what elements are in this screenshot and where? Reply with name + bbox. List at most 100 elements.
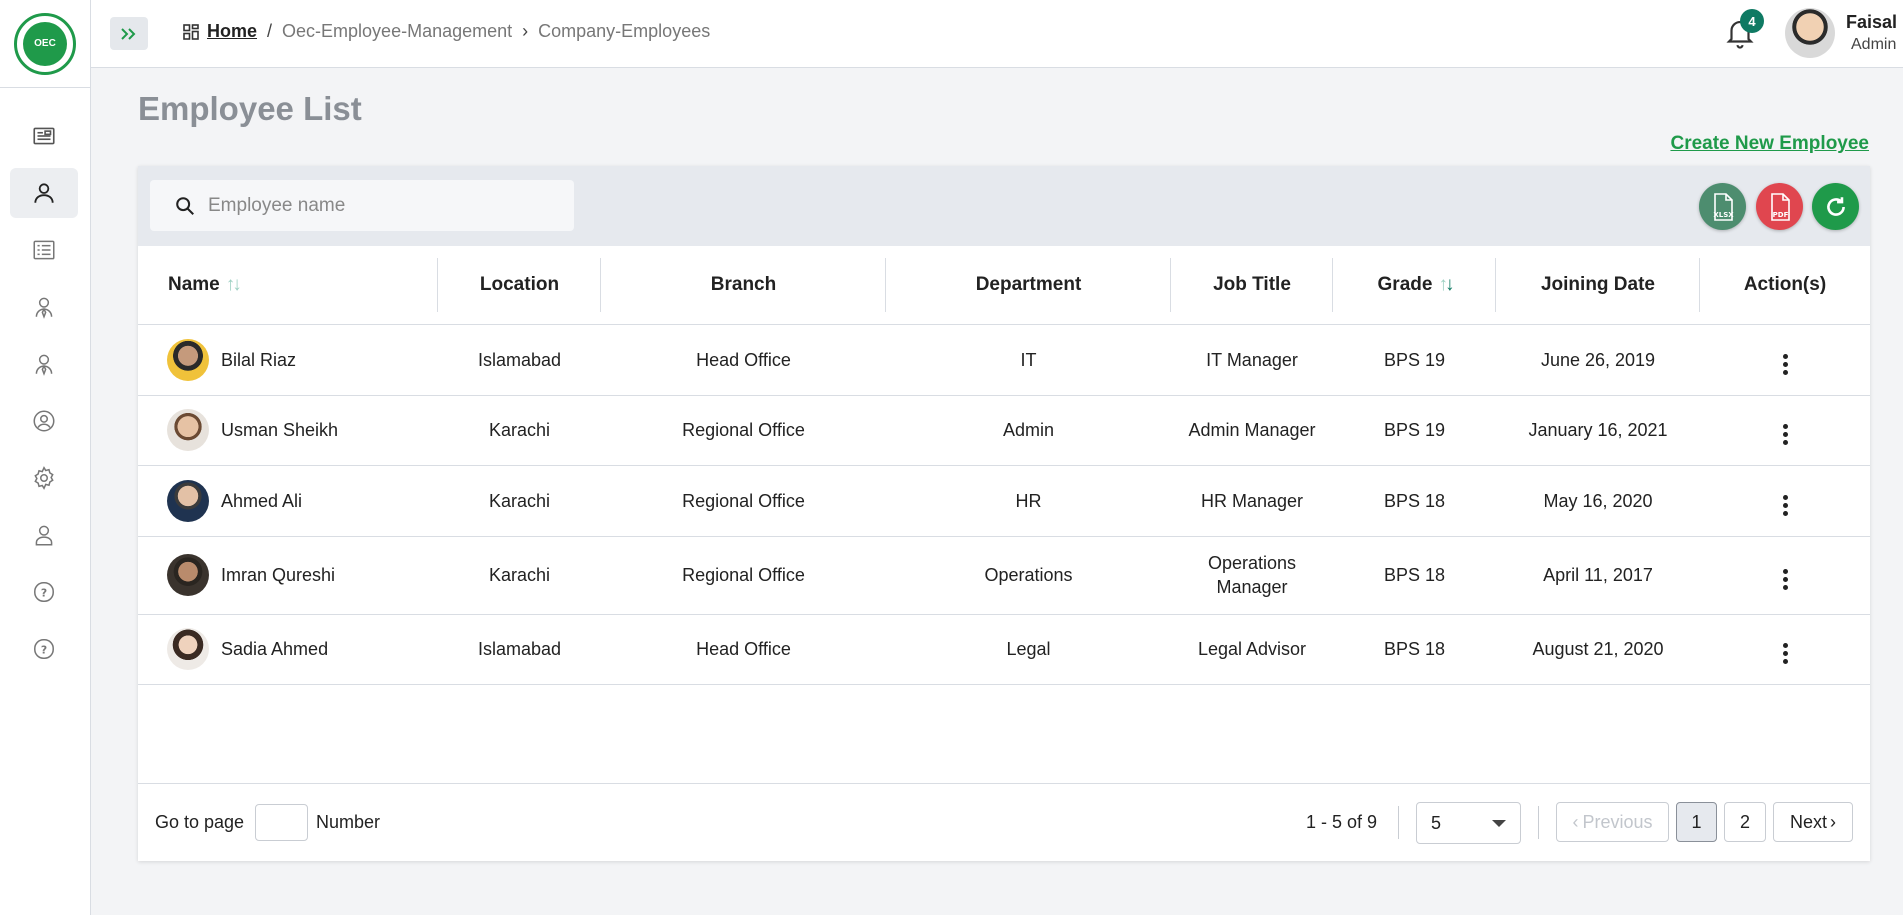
- cell-joining-date: May 16, 2020: [1543, 490, 1653, 511]
- employee-name[interactable]: Usman Sheikh: [221, 418, 338, 442]
- cell-joining-date: June 26, 2019: [1540, 349, 1656, 370]
- employee-alt-icon: [35, 354, 53, 376]
- pagination-divider: [1398, 806, 1399, 839]
- employee-avatar: [167, 338, 209, 381]
- cell-name: Imran Qureshi: [138, 536, 438, 614]
- next-label: Next: [1789, 811, 1827, 832]
- create-new-employee-link[interactable]: Create New Employee: [1670, 133, 1869, 155]
- row-actions-menu-icon[interactable]: [1777, 420, 1794, 449]
- cell-actions: [1700, 324, 1870, 395]
- employee-avatar: [167, 554, 209, 596]
- sidebar-item-support[interactable]: ?: [10, 624, 78, 674]
- sidebar-item-employees[interactable]: [10, 168, 78, 218]
- chevron-right-icon: ›: [1830, 811, 1836, 832]
- user-role: Admin: [1851, 36, 1897, 53]
- employee-table-card: XLSX PDF Name ↑↓ Location Branch Departme…: [138, 166, 1870, 861]
- sort-arrows-icon[interactable]: ↑↓: [1438, 274, 1454, 295]
- expand-sidebar-button[interactable]: [110, 17, 148, 50]
- breadcrumb: Home / Oec-Employee-Management › Company…: [183, 21, 710, 42]
- logo-area: OEC: [0, 0, 90, 88]
- pagination-divider: [1538, 806, 1539, 839]
- column-header-joining-date: Joining Date: [1496, 246, 1700, 324]
- next-page-button[interactable]: Next ›: [1773, 802, 1853, 842]
- page-button-2[interactable]: 2: [1724, 802, 1766, 842]
- cell-location: Karachi: [488, 565, 551, 585]
- cell-job-title: Admin Manager: [1188, 420, 1316, 440]
- column-header-job-title-label: Job Title: [1213, 273, 1291, 295]
- table-row: Usman Sheikh Karachi Regional Office Adm…: [138, 395, 1870, 465]
- cell-job-title: IT Manager: [1206, 349, 1298, 370]
- employee-name[interactable]: Bilal Riaz: [221, 348, 296, 372]
- sidebar: OEC ? ?: [0, 0, 91, 915]
- cell-grade: BPS 18: [1383, 639, 1446, 659]
- pagination-range: 1 - 5 of 9: [1306, 812, 1378, 832]
- svg-text:?: ?: [41, 643, 47, 656]
- column-header-department: Department: [886, 246, 1171, 324]
- column-header-actions: Action(s): [1700, 246, 1870, 324]
- row-actions-menu-icon[interactable]: [1777, 565, 1794, 594]
- sidebar-item-profile[interactable]: [10, 396, 78, 446]
- cell-actions: [1700, 536, 1870, 614]
- page-title: Employee List: [138, 90, 362, 127]
- employee-name[interactable]: Ahmed Ali: [221, 489, 302, 513]
- employee-name[interactable]: Imran Qureshi: [221, 563, 335, 587]
- employee-name[interactable]: Sadia Ahmed: [221, 637, 328, 661]
- cell-name: Ahmed Ali: [138, 465, 438, 536]
- oec-logo[interactable]: OEC: [14, 12, 76, 75]
- breadcrumb-chevron: ›: [522, 21, 529, 41]
- breadcrumb-home-link[interactable]: Home: [207, 21, 257, 42]
- cell-branch: Regional Office: [682, 420, 805, 440]
- person-icon: [35, 525, 53, 546]
- table-row: Bilal Riaz Islamabad Head Office IT IT M…: [138, 324, 1870, 395]
- sidebar-item-settings[interactable]: [10, 453, 78, 503]
- page-button-1[interactable]: 1: [1676, 802, 1717, 842]
- sidebar-item-help[interactable]: ?: [10, 567, 78, 617]
- cell-location: Islamabad: [477, 639, 562, 659]
- page-size-select[interactable]: 5: [1416, 802, 1521, 844]
- employee-search-input[interactable]: [208, 194, 568, 217]
- cell-location: Karachi: [488, 420, 551, 440]
- chevron-left-icon: ‹: [1572, 811, 1579, 832]
- export-xlsx-button[interactable]: XLSX: [1699, 183, 1746, 230]
- cell-actions: [1700, 614, 1870, 684]
- sidebar-item-account[interactable]: [10, 510, 78, 560]
- goto-page-input[interactable]: [255, 804, 308, 841]
- breadcrumb-module[interactable]: Oec-Employee-Management: [282, 21, 512, 42]
- user-avatar[interactable]: [1785, 8, 1835, 58]
- sidebar-item-staff[interactable]: [10, 282, 78, 332]
- notification-count-badge: 4: [1740, 9, 1764, 33]
- help-icon: ?: [34, 582, 54, 602]
- cell-job-title: Operations Manager: [1207, 553, 1297, 597]
- user-circle-icon: [33, 410, 55, 432]
- column-header-name[interactable]: Name ↑↓: [138, 246, 438, 324]
- column-header-joining-date-label: Joining Date: [1540, 273, 1655, 295]
- refresh-button[interactable]: [1812, 183, 1859, 230]
- row-actions-menu-icon[interactable]: [1777, 639, 1794, 668]
- row-actions-menu-icon[interactable]: [1777, 350, 1794, 379]
- page-size-value: 5: [1431, 812, 1442, 833]
- column-header-grade-label: Grade: [1377, 273, 1433, 295]
- cell-grade: BPS 18: [1383, 490, 1446, 511]
- goto-page-label: Go to page: [155, 812, 245, 832]
- column-header-job-title: Job Title: [1171, 246, 1333, 324]
- logo-text: OEC: [23, 21, 67, 66]
- pagination-bar: Go to page Number 1 - 5 of 9 5 ‹ Previous…: [138, 783, 1870, 861]
- export-pdf-button[interactable]: PDF: [1756, 183, 1803, 230]
- sidebar-item-dashboard[interactable]: [10, 111, 78, 161]
- employee-icon: [35, 297, 53, 319]
- column-header-name-label: Name: [168, 273, 220, 295]
- employee-avatar: [167, 479, 209, 522]
- cell-grade: BPS 18: [1383, 565, 1446, 585]
- column-header-location: Location: [438, 246, 601, 324]
- previous-page-button[interactable]: ‹ Previous: [1556, 802, 1669, 842]
- employee-avatar: [167, 628, 209, 670]
- column-header-grade[interactable]: Grade ↑↓: [1333, 246, 1496, 324]
- column-header-actions-label: Action(s): [1743, 273, 1827, 295]
- cell-branch: Head Office: [696, 639, 791, 659]
- cell-grade: BPS 19: [1383, 349, 1446, 370]
- search-icon: [176, 196, 194, 215]
- sidebar-item-staff-alt[interactable]: [10, 339, 78, 389]
- row-actions-menu-icon[interactable]: [1777, 491, 1794, 520]
- sidebar-item-list[interactable]: [10, 225, 78, 275]
- sort-arrows-icon[interactable]: ↑↓: [226, 274, 242, 295]
